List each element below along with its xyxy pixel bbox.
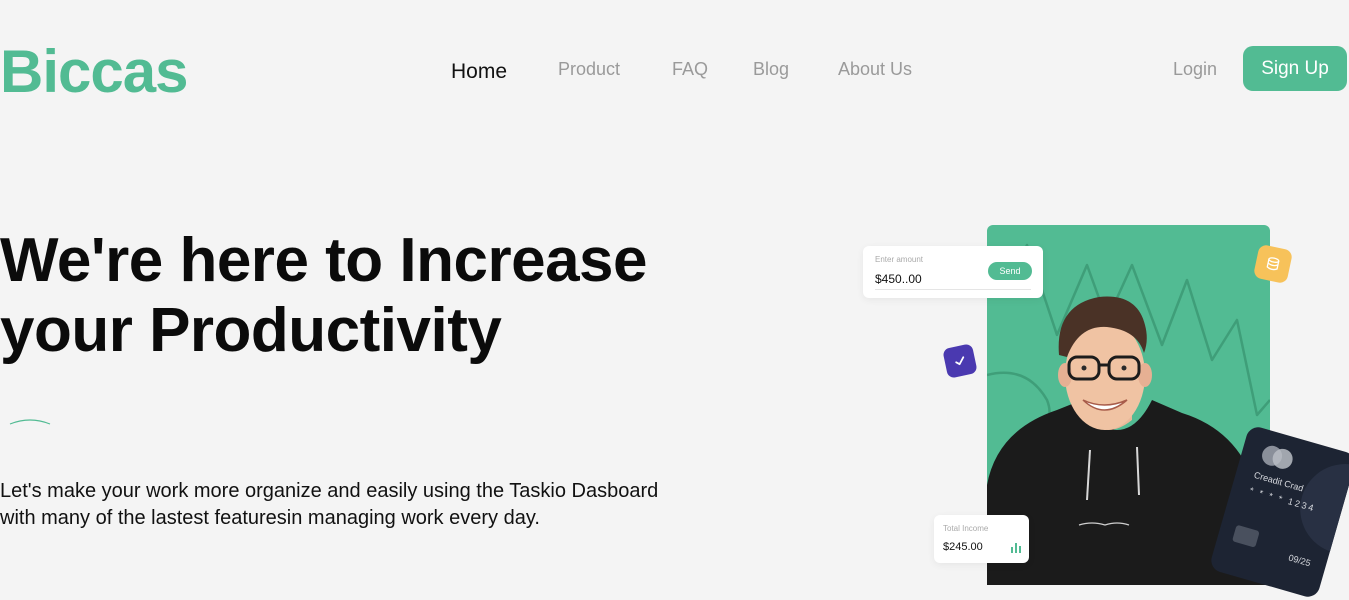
send-button[interactable]: Send: [988, 262, 1032, 280]
brand-logo[interactable]: Biccas: [0, 38, 188, 106]
bar-chart-icon: [1011, 543, 1021, 553]
hero-subtitle-line-2: with many of the lastest featuresin mana…: [0, 507, 540, 529]
card-expiry: 09/25: [1287, 552, 1312, 569]
hero-title: We're here to Increase your Productivity: [0, 226, 720, 366]
check-badge: [942, 343, 978, 379]
decorative-arc: [9, 419, 51, 425]
income-value: $245.00: [943, 541, 983, 553]
hero-subtitle-line-1: Let's make your work more organize and e…: [0, 480, 659, 502]
hero-subtitle: Let's make your work more organize and e…: [0, 478, 800, 532]
coin-stack-icon: [1266, 257, 1280, 271]
card-chip: [1232, 524, 1260, 548]
nav-blog[interactable]: Blog: [753, 58, 789, 80]
hero-title-line-1: We're here to Increase: [0, 226, 648, 295]
coin-badge: [1252, 243, 1294, 285]
hero-title-line-2: your Productivity: [0, 296, 502, 365]
income-label: Total Income: [943, 524, 989, 533]
nav-faq[interactable]: FAQ: [672, 58, 708, 80]
amount-card: Enter amount $450..00 Send: [863, 246, 1043, 298]
signup-button[interactable]: Sign Up: [1243, 46, 1347, 91]
amount-underline: [875, 289, 1031, 290]
amount-label: Enter amount: [875, 255, 924, 264]
income-card: Total Income $245.00: [934, 515, 1029, 563]
amount-input[interactable]: $450..00: [875, 272, 922, 286]
check-icon: [955, 356, 965, 366]
login-link[interactable]: Login: [1173, 58, 1217, 80]
nav-product[interactable]: Product: [558, 58, 620, 80]
nav-home[interactable]: Home: [451, 61, 507, 83]
nav-about-us[interactable]: About Us: [838, 58, 912, 80]
